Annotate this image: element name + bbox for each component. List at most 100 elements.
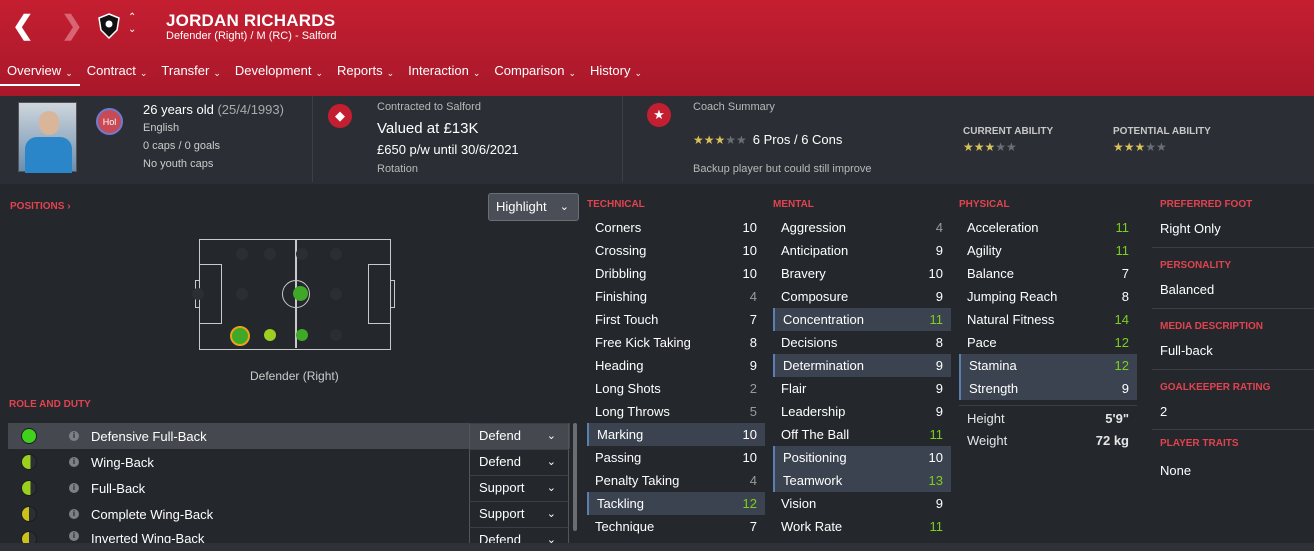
info-icon[interactable]: i bbox=[69, 431, 79, 441]
position-pitch bbox=[192, 239, 395, 350]
attribute-value: 8 bbox=[935, 335, 943, 350]
media-description-label: MEDIA DESCRIPTION bbox=[1160, 321, 1263, 332]
attribute-name: Vision bbox=[781, 496, 817, 511]
tab-label: Overview bbox=[7, 63, 62, 78]
attribute-value: 12 bbox=[1114, 335, 1129, 350]
position-dot bbox=[330, 288, 342, 300]
attribute-name: Long Shots bbox=[595, 381, 661, 396]
divider bbox=[1152, 247, 1314, 248]
chevron-down-icon: ⌄ bbox=[546, 430, 556, 442]
club-crest-icon: ◆ bbox=[328, 104, 352, 128]
roles-scrollbar[interactable] bbox=[573, 423, 577, 531]
tab-overview[interactable]: Overview ⌄ bbox=[0, 62, 80, 86]
attribute-value: 10 bbox=[742, 220, 757, 235]
tab-transfer[interactable]: Transfer ⌄ bbox=[154, 62, 227, 86]
position-dot bbox=[236, 288, 248, 300]
attribute-value: 9 bbox=[935, 404, 943, 419]
attribute-name: Teamwork bbox=[783, 473, 843, 488]
main-panel: POSITIONS › Highlight ⌄ Defender (Right) … bbox=[0, 188, 1314, 551]
current-ability-label: CURRENT ABILITY bbox=[963, 126, 1054, 137]
role-row[interactable]: i Defensive Full-Back Defend ⌄ bbox=[8, 423, 570, 449]
attribute-row: Acceleration 11 bbox=[959, 216, 1137, 239]
role-rating-icon bbox=[21, 506, 37, 522]
attribute-row: Heading 9 bbox=[587, 354, 765, 377]
attribute-name: Tackling bbox=[597, 496, 644, 511]
club-crest-icon bbox=[98, 13, 120, 39]
tab-contract[interactable]: Contract ⌄ bbox=[80, 62, 155, 86]
player-traits-label: PLAYER TRAITS bbox=[1160, 438, 1239, 449]
personality-value: Balanced bbox=[1160, 282, 1215, 297]
attribute-name: Work Rate bbox=[781, 519, 843, 534]
attribute-name: Technique bbox=[595, 519, 655, 534]
attribute-name: Corners bbox=[595, 220, 642, 235]
attribute-row: Decisions 8 bbox=[773, 331, 951, 354]
age-text: 26 years old bbox=[143, 102, 214, 117]
attribute-value: 7 bbox=[749, 312, 757, 327]
attribute-row: Crossing 10 bbox=[587, 239, 765, 262]
attribute-name: Crossing bbox=[595, 243, 647, 258]
attribute-name: Anticipation bbox=[781, 243, 849, 258]
attribute-row: Concentration 11 bbox=[773, 308, 951, 331]
duty-dropdown[interactable]: Support ⌄ bbox=[469, 475, 569, 501]
attribute-value: 11 bbox=[929, 427, 944, 442]
info-icon[interactable]: i bbox=[69, 483, 79, 493]
attribute-row: Balance 7 bbox=[959, 262, 1137, 285]
tab-comparison[interactable]: Comparison ⌄ bbox=[487, 62, 583, 86]
chevron-down-icon: ⌄ bbox=[65, 68, 73, 78]
role-rating-icon bbox=[21, 428, 37, 444]
goalkeeper-rating-label: GOALKEEPER RATING bbox=[1160, 382, 1271, 393]
chevron-down-icon: ⌄ bbox=[546, 482, 556, 494]
info-icon[interactable]: i bbox=[69, 531, 79, 541]
divider bbox=[1152, 429, 1314, 430]
role-duty-header: ROLE AND DUTY bbox=[9, 399, 91, 410]
duty-dropdown[interactable]: Support ⌄ bbox=[469, 501, 569, 527]
tab-history[interactable]: History ⌄ bbox=[583, 62, 649, 86]
attribute-row: Teamwork 13 bbox=[773, 469, 951, 492]
attribute-name: Finishing bbox=[595, 289, 648, 304]
chevron-left-icon[interactable]: ❮ bbox=[12, 12, 34, 38]
attribute-name: Composure bbox=[781, 289, 849, 304]
duty-dropdown[interactable]: Defend ⌄ bbox=[469, 449, 569, 475]
divider bbox=[312, 96, 313, 182]
role-row[interactable]: i Full-Back Support ⌄ bbox=[8, 475, 570, 501]
info-icon[interactable]: i bbox=[69, 457, 79, 467]
attribute-value: 11 bbox=[929, 519, 944, 534]
attribute-name: Concentration bbox=[783, 312, 864, 327]
attribute-row: Finishing 4 bbox=[587, 285, 765, 308]
position-dot bbox=[192, 288, 204, 300]
chevron-down-icon: ⌄ bbox=[472, 68, 481, 78]
highlight-dropdown[interactable]: Highlight ⌄ bbox=[488, 193, 579, 221]
media-description-value: Full-back bbox=[1160, 343, 1213, 358]
chevron-down-icon: ⌄ bbox=[559, 201, 569, 213]
tab-reports[interactable]: Reports ⌄ bbox=[330, 62, 401, 86]
tab-label: Development bbox=[234, 63, 312, 78]
position-dot bbox=[236, 248, 248, 260]
attribute-row: Bravery 10 bbox=[773, 262, 951, 285]
tab-label: Comparison bbox=[494, 63, 565, 78]
info-icon[interactable]: i bbox=[69, 509, 79, 519]
player-wage: £650 p/w until 30/6/2021 bbox=[377, 142, 519, 157]
attribute-value: 9 bbox=[935, 289, 943, 304]
positions-header[interactable]: POSITIONS › bbox=[10, 201, 71, 212]
attribute-row: Jumping Reach 8 bbox=[959, 285, 1137, 308]
role-row[interactable]: i Wing-Back Defend ⌄ bbox=[8, 449, 570, 475]
height-row: Height 5'9" bbox=[959, 411, 1137, 426]
coach-stars-icon: ★★★★★ bbox=[693, 132, 747, 147]
position-dot-selected bbox=[230, 326, 250, 346]
attribute-name: Decisions bbox=[781, 335, 838, 350]
attribute-row: Technique 7 bbox=[587, 515, 765, 538]
preferred-foot-label: PREFERRED FOOT bbox=[1160, 199, 1253, 210]
up-down-icon[interactable]: ⌃ ⌄ bbox=[128, 12, 136, 36]
chevron-right-icon[interactable]: ❯ bbox=[61, 12, 83, 38]
attribute-row: Marking 10 bbox=[587, 423, 765, 446]
tab-development[interactable]: Development ⌄ bbox=[228, 62, 330, 86]
divider bbox=[959, 405, 1137, 406]
tab-interaction[interactable]: Interaction ⌄ bbox=[401, 62, 487, 86]
attribute-row: Tackling 12 bbox=[587, 492, 765, 515]
player-name: JORDAN RICHARDS bbox=[166, 11, 336, 30]
attribute-name: Positioning bbox=[783, 450, 847, 465]
role-row[interactable]: i Complete Wing-Back Support ⌄ bbox=[8, 501, 570, 527]
player-photo bbox=[18, 102, 77, 173]
duty-dropdown[interactable]: Defend ⌄ bbox=[469, 423, 569, 449]
divider bbox=[1152, 308, 1314, 309]
